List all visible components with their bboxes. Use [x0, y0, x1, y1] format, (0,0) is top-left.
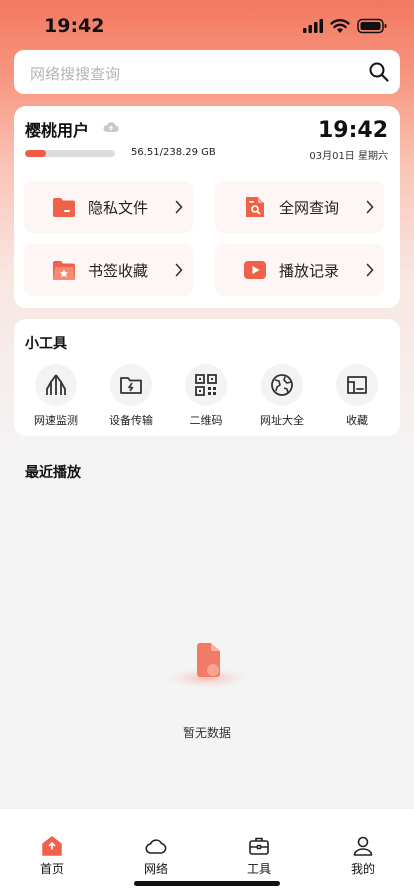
cloud-upload-icon[interactable]	[103, 120, 119, 134]
tab-tools[interactable]: 工具	[224, 835, 294, 879]
chevron-right-icon	[175, 263, 183, 277]
private-files-button[interactable]: 隐私文件	[24, 181, 193, 233]
globe-icon	[271, 374, 293, 396]
tab-home[interactable]: 首页	[17, 835, 87, 879]
qr-code-icon	[195, 374, 217, 396]
tab-label: 首页	[39, 862, 64, 876]
wifi-icon	[330, 19, 350, 33]
empty-state-illustration	[159, 643, 255, 690]
search-document-icon	[246, 197, 264, 217]
quick-action-label: 播放记录	[279, 262, 340, 280]
chevron-right-icon	[175, 200, 183, 214]
play-history-button[interactable]: 播放记录	[215, 244, 384, 296]
bookmarks-button[interactable]: 书签收藏	[24, 244, 193, 296]
folder-icon	[53, 198, 75, 217]
search-icon[interactable]	[368, 61, 390, 83]
storage-progress-bar	[25, 150, 115, 157]
tab-label: 网络	[143, 862, 168, 876]
star-folder-icon	[53, 261, 75, 280]
tool-speed-test[interactable]: 网速监测	[26, 364, 86, 430]
empty-state-text: 暂无数据	[182, 726, 231, 740]
video-play-icon	[244, 261, 266, 279]
tool-url-directory[interactable]: 网址大全	[252, 364, 312, 430]
cloud-icon	[145, 839, 167, 854]
user-card: 樱桃用户 56.51/238.29 GB 19:42 03月01日 星期六 隐私…	[14, 106, 400, 308]
tab-label: 我的	[350, 862, 375, 876]
quick-action-label: 隐私文件	[88, 199, 149, 217]
user-icon	[353, 836, 373, 856]
tab-label: 工具	[246, 862, 271, 876]
tool-icon-circle	[336, 364, 378, 406]
search-bar[interactable]: 网络搜搜查询	[14, 50, 400, 94]
tool-icon-circle	[110, 364, 152, 406]
battery-icon	[357, 18, 387, 34]
status-time: 19:42	[44, 15, 105, 37]
tab-network[interactable]: 网络	[121, 835, 191, 879]
toolbox-icon	[249, 837, 269, 855]
tool-icon-circle	[35, 364, 77, 406]
tool-icon-circle	[185, 364, 227, 406]
home-icon	[42, 836, 62, 856]
tool-device-transfer[interactable]: 设备传输	[101, 364, 161, 430]
quick-action-label: 书签收藏	[88, 262, 149, 280]
tool-label: 二维码	[189, 414, 223, 427]
tool-icon-circle	[261, 364, 303, 406]
tool-favorites[interactable]: 收藏	[327, 364, 387, 430]
tool-label: 设备传输	[109, 414, 153, 427]
tools-title: 小工具	[25, 336, 67, 352]
chevron-right-icon	[366, 200, 374, 214]
tool-qr-code[interactable]: 二维码	[176, 364, 236, 430]
username[interactable]: 樱桃用户	[25, 117, 89, 141]
chevron-right-icon	[366, 263, 374, 277]
search-input[interactable]: 网络搜搜查询	[30, 63, 120, 84]
web-search-button[interactable]: 全网查询	[215, 181, 384, 233]
storage-progress-fill	[25, 150, 47, 157]
speed-test-icon	[46, 374, 66, 395]
recent-play-title: 最近播放	[25, 465, 81, 481]
status-bar: 19:42	[0, 0, 414, 50]
card-date: 03月01日 星期六	[309, 151, 388, 162]
tab-mine[interactable]: 我的	[328, 835, 398, 879]
signal-icon	[303, 19, 323, 33]
bookmark-folder-icon	[347, 376, 367, 394]
quick-action-label: 全网查询	[279, 199, 340, 217]
tool-label: 网速监测	[34, 414, 78, 427]
tool-label: 网址大全	[260, 414, 304, 427]
tools-card: 小工具 网速监测 设备传输 二维码 网址大全 收藏	[14, 319, 400, 436]
home-indicator	[134, 881, 280, 886]
storage-text: 56.51/238.29 GB	[131, 147, 216, 158]
tool-label: 收藏	[346, 414, 368, 427]
device-transfer-icon	[120, 377, 142, 394]
card-clock: 19:42	[317, 118, 388, 143]
